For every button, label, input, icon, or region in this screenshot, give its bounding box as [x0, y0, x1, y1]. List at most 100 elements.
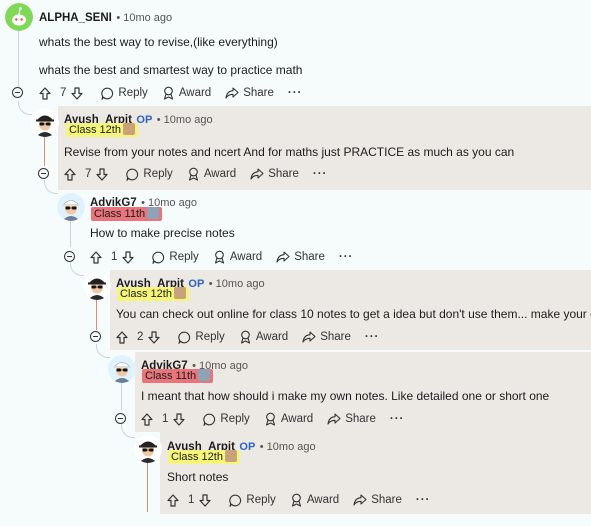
award-button[interactable]: Award	[162, 86, 211, 100]
reply-icon	[152, 251, 169, 264]
share-icon	[302, 331, 320, 343]
more-options-button[interactable]: ···	[416, 494, 431, 506]
reply-button[interactable]: Reply	[101, 87, 148, 100]
upvote-icon[interactable]	[167, 493, 183, 507]
more-options-button[interactable]: ···	[365, 331, 380, 343]
thread-curve	[18, 101, 32, 115]
collapse-thread-button[interactable]	[12, 87, 23, 98]
share-icon	[225, 87, 243, 99]
share-button[interactable]: Share	[225, 87, 274, 99]
collapse-thread-button[interactable]	[90, 331, 101, 342]
reply-icon	[178, 331, 195, 344]
comment-text-line: whats the best way to revise,(like every…	[39, 35, 278, 49]
award-button[interactable]: Award	[213, 250, 262, 264]
reply-button[interactable]: Reply	[126, 168, 173, 181]
vote-count: 7	[85, 168, 92, 180]
timestamp: • 10mo ago	[259, 441, 316, 453]
op-badge: OP	[188, 278, 205, 290]
award-label: Award	[229, 251, 263, 263]
share-button[interactable]: Share	[353, 494, 402, 506]
award-button[interactable]: Award	[290, 493, 339, 507]
award-button[interactable]: Award	[239, 330, 288, 344]
upvote-icon[interactable]	[141, 412, 157, 426]
upvote-icon[interactable]	[116, 330, 132, 344]
timestamp: • 10mo ago	[208, 278, 265, 290]
collapse-thread-button[interactable]	[64, 251, 75, 262]
award-label: Award	[255, 331, 289, 343]
flair-label: Class 11th	[145, 370, 197, 382]
award-button[interactable]: Award	[187, 167, 236, 181]
award-label: Award	[203, 168, 237, 180]
thread-line[interactable]	[18, 25, 20, 87]
flair-emoji-icon	[173, 287, 186, 299]
vote-group: 7	[39, 86, 87, 100]
reply-button[interactable]: Reply	[152, 251, 199, 264]
flair-label: Class 12th	[171, 451, 223, 463]
award-icon	[264, 412, 281, 426]
thread-line-op[interactable]	[44, 134, 46, 166]
share-button[interactable]: Share	[250, 168, 299, 180]
avatar[interactable]	[57, 193, 85, 221]
share-button[interactable]: Share	[302, 331, 351, 343]
avatar[interactable]	[31, 109, 59, 137]
downvote-icon[interactable]	[96, 167, 112, 181]
comment-actions: 2 Reply Award Share ···	[116, 328, 393, 346]
upvote-icon[interactable]	[64, 167, 80, 181]
vote-count: 1	[162, 413, 169, 425]
downvote-icon[interactable]	[148, 330, 164, 344]
vote-group: 1	[167, 493, 215, 507]
share-icon	[327, 413, 345, 425]
thread-line-op[interactable]	[96, 298, 98, 330]
share-icon	[353, 494, 371, 506]
downvote-icon[interactable]	[173, 412, 189, 426]
comment-actions: 1 Reply Award Share ···	[90, 248, 367, 266]
share-label: Share	[320, 331, 351, 343]
share-label: Share	[345, 413, 376, 425]
avatar[interactable]	[83, 272, 111, 300]
award-icon	[162, 86, 179, 100]
reply-button[interactable]: Reply	[178, 331, 225, 344]
more-options-button[interactable]: ···	[288, 87, 303, 99]
vote-count: 7	[60, 87, 67, 99]
share-button[interactable]: Share	[327, 413, 376, 425]
flair-emoji-icon	[122, 123, 135, 135]
reply-icon	[126, 168, 143, 181]
share-label: Share	[268, 168, 299, 180]
vote-group: 1	[90, 250, 138, 264]
award-button[interactable]: Award	[264, 412, 313, 426]
award-label: Award	[306, 494, 340, 506]
avatar[interactable]	[108, 355, 136, 383]
downvote-icon[interactable]	[71, 86, 87, 100]
comment-actions: 1 Reply Award Share ···	[167, 491, 444, 509]
avatar[interactable]	[5, 3, 33, 31]
comment-header: ALPHA_SENI • 10mo ago	[39, 8, 172, 26]
downvote-icon[interactable]	[122, 250, 138, 264]
username[interactable]: ALPHA_SENI	[39, 12, 112, 24]
share-label: Share	[371, 494, 402, 506]
thread-curve	[44, 180, 58, 194]
more-options-button[interactable]: ···	[390, 413, 405, 425]
reply-label: Reply	[143, 168, 173, 180]
more-options-button[interactable]: ···	[313, 168, 328, 180]
upvote-icon[interactable]	[39, 86, 55, 100]
thread-line-op[interactable]	[147, 462, 149, 512]
vote-count: 1	[188, 494, 195, 506]
user-flair: Class 11th	[91, 207, 163, 221]
comment-text-line: Short notes	[167, 470, 229, 484]
downvote-icon[interactable]	[199, 493, 215, 507]
collapse-thread-button[interactable]	[38, 168, 49, 179]
reply-label: Reply	[118, 87, 148, 99]
timestamp: • 10mo ago	[116, 12, 173, 24]
reply-button[interactable]: Reply	[203, 413, 250, 426]
avatar[interactable]	[134, 435, 162, 463]
comment-actions: 7 Reply Award Share ···	[39, 84, 316, 102]
share-button[interactable]: Share	[276, 251, 325, 263]
upvote-icon[interactable]	[90, 250, 106, 264]
more-options-button[interactable]: ···	[339, 251, 354, 263]
thread-line[interactable]	[121, 380, 123, 410]
vote-count: 2	[137, 331, 144, 343]
award-icon	[213, 250, 230, 264]
reply-button[interactable]: Reply	[229, 494, 276, 507]
collapse-thread-button[interactable]	[115, 413, 126, 424]
vote-group: 7	[64, 167, 112, 181]
